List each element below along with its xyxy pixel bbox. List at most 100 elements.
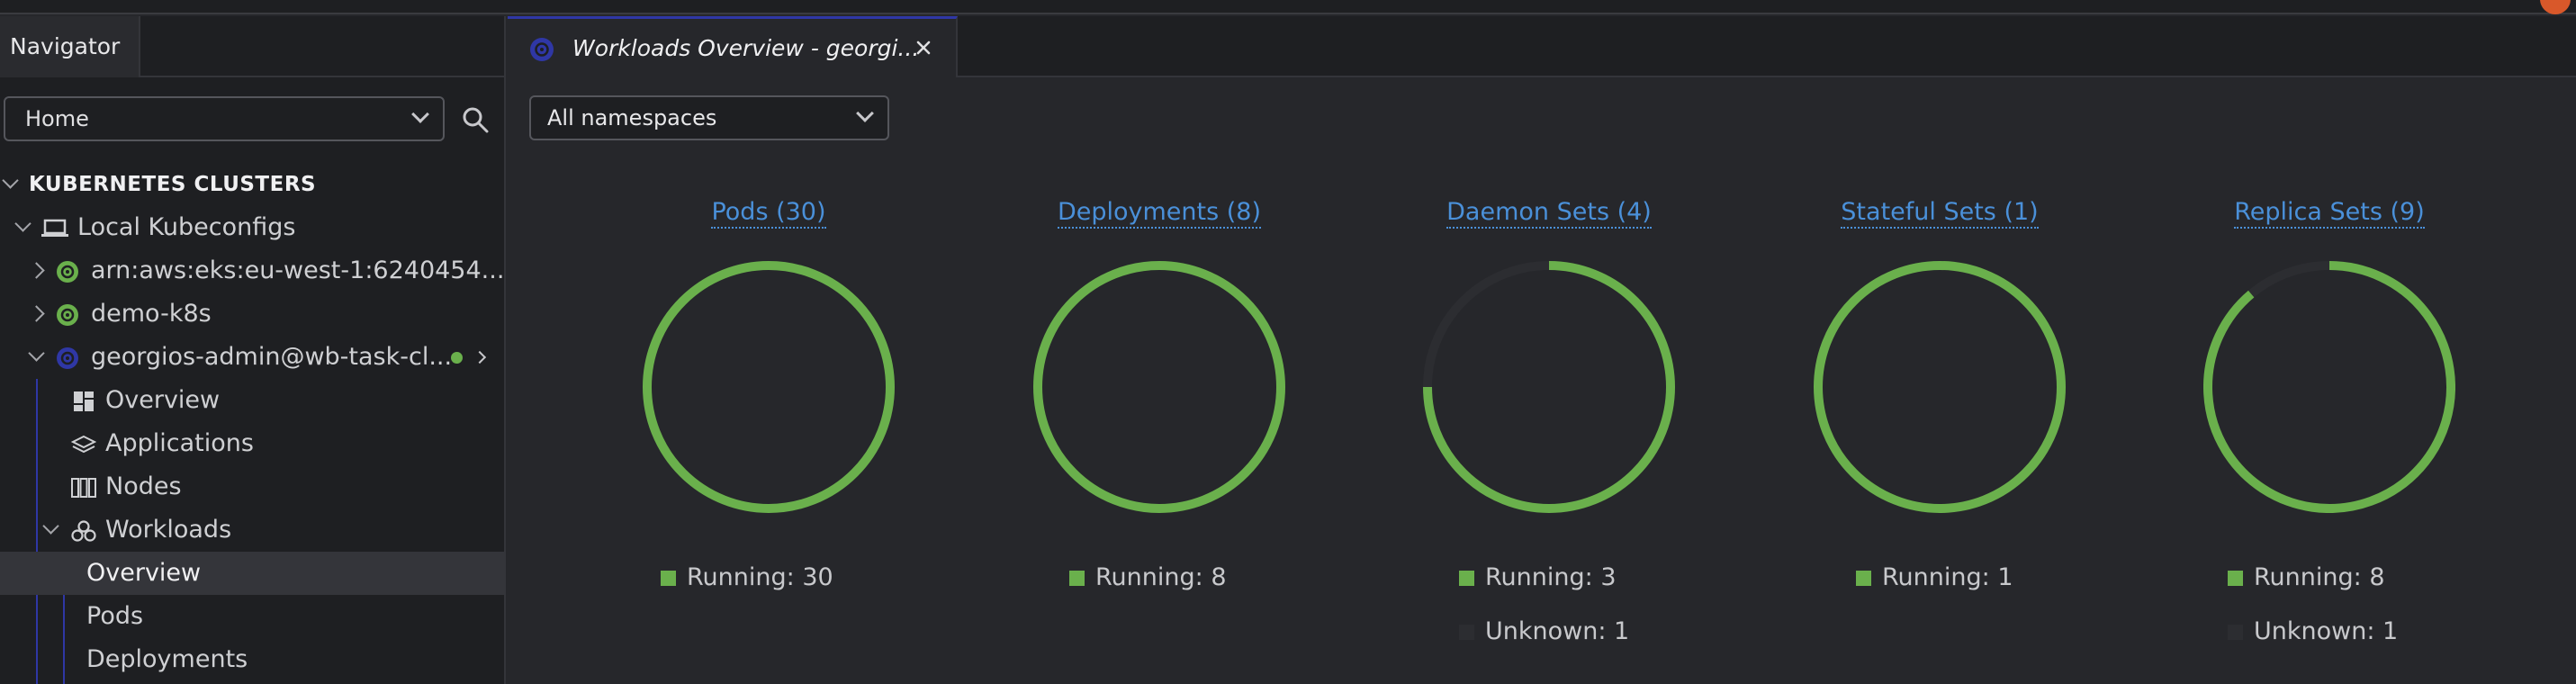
chart-title-link[interactable]: Daemon Sets (4) <box>1446 198 1652 229</box>
chevron-right-icon <box>28 262 45 279</box>
tree-item-cluster-demo-k8s[interactable]: demo-k8s <box>0 292 504 336</box>
legend-swatch <box>2228 625 2243 640</box>
chevron-down-icon <box>42 518 59 535</box>
donut-segment-running <box>1814 261 2066 513</box>
tree-item-applications[interactable]: Applications <box>0 422 504 465</box>
kubernetes-icon <box>57 261 78 283</box>
user-avatar[interactable] <box>2540 0 2571 14</box>
legend-item-unknown: Unknown: 1 <box>1459 614 1629 650</box>
namespace-select-value: All namespaces <box>547 105 717 130</box>
donut-chart <box>1814 261 2066 513</box>
legend-item-running: Running: 3 <box>1459 560 1617 596</box>
tree-item-label: demo-k8s <box>91 300 212 328</box>
chart-title-link[interactable]: Deployments (8) <box>1057 198 1262 229</box>
home-select-value: Home <box>25 106 89 131</box>
legend-swatch <box>1856 571 1871 586</box>
tree-item-label: Overview <box>105 386 221 414</box>
donut-segment-running <box>643 261 895 513</box>
chevron-down-icon <box>411 105 429 123</box>
tree-item-local-kubeconfigs[interactable]: Local Kubeconfigs <box>0 206 504 249</box>
legend-swatch <box>1459 625 1474 640</box>
kubernetes-icon <box>57 304 78 326</box>
tree-item-label: Deployments <box>86 645 248 673</box>
tree-item-label: arn:aws:eks:eu-west-1:6240454... <box>91 256 505 284</box>
chart-title-link[interactable]: Replica Sets (9) <box>2234 198 2425 229</box>
tree-item-deployments[interactable]: Deployments <box>0 638 504 681</box>
kubernetes-icon <box>57 347 78 369</box>
dashboard-icon <box>74 392 94 411</box>
workload-card-deployments: Deployments (8) Running: 8 <box>961 187 1357 673</box>
tree-item-workloads[interactable]: Workloads <box>0 508 504 552</box>
legend-swatch <box>2228 571 2243 586</box>
main-panel: Workloads Overview - georgi... All names… <box>508 16 2576 684</box>
legend-label: Running: 30 <box>687 563 833 591</box>
legend-label: Unknown: 1 <box>2254 617 2399 645</box>
tree-item-overview[interactable]: Overview <box>0 379 504 422</box>
donut-chart <box>643 261 895 513</box>
search-icon[interactable] <box>461 104 490 135</box>
tree-item-label: Local Kubeconfigs <box>77 213 296 241</box>
chart-title-link[interactable]: Pods (30) <box>711 198 826 229</box>
close-icon[interactable] <box>911 35 936 60</box>
editor-tabbar: Workloads Overview - georgi... <box>508 16 2576 77</box>
tree-item-label: Applications <box>105 429 254 457</box>
donut-chart <box>2203 261 2455 513</box>
chevron-right-icon <box>28 305 45 322</box>
legend-item-running: Running: 8 <box>2228 560 2385 596</box>
tree-item-cluster-aws[interactable]: arn:aws:eks:eu-west-1:6240454... <box>0 249 504 292</box>
legend-label: Running: 1 <box>1882 563 2013 591</box>
layers-icon <box>71 435 96 454</box>
chevron-right-icon[interactable] <box>473 350 487 364</box>
legend-item-running: Running: 8 <box>1069 560 1227 596</box>
chevron-down-icon <box>28 345 45 362</box>
tab-navigator[interactable]: Navigator <box>0 16 140 77</box>
tree-item-label: Workloads <box>105 516 232 544</box>
chart-title-link[interactable]: Stateful Sets (1) <box>1841 198 2039 229</box>
workload-card-daemon-sets: Daemon Sets (4) Running: 3 Unknown: 1 <box>1351 187 1747 673</box>
server-icon <box>71 478 96 498</box>
namespace-select[interactable]: All namespaces <box>529 95 889 140</box>
legend-swatch <box>1069 571 1085 586</box>
legend-item-running: Running: 1 <box>1856 560 2013 596</box>
workload-card-pods: Pods (30) Running: 30 <box>571 187 967 673</box>
tree-item-label: Nodes <box>105 472 182 500</box>
laptop-icon <box>41 219 68 237</box>
tree-item-label: Pods <box>86 602 144 630</box>
donut-segment-unknown <box>1423 261 1550 388</box>
tree-item-label: Overview <box>86 559 202 587</box>
section-kubernetes-clusters[interactable]: KUBERNETES CLUSTERS <box>0 163 504 206</box>
donut-chart <box>1423 261 1675 513</box>
legend-label: Unknown: 1 <box>1485 617 1630 645</box>
cubes-icon <box>71 520 96 542</box>
chevron-down-icon <box>14 215 32 232</box>
donut-segment-running <box>1033 261 1285 513</box>
connected-status-dot <box>451 352 463 364</box>
donut-segment-running <box>2203 261 2455 513</box>
legend-item-unknown: Unknown: 1 <box>2228 614 2398 650</box>
tree-item-nodes[interactable]: Nodes <box>0 465 504 508</box>
tree-item-cluster-georgios-admin[interactable]: georgios-admin@wb-task-cl... <box>0 336 504 379</box>
tab-title: Workloads Overview - georgi... <box>572 35 920 61</box>
legend-swatch <box>1459 571 1474 586</box>
section-title: KUBERNETES CLUSTERS <box>29 173 317 196</box>
legend-swatch <box>661 571 676 586</box>
donut-chart <box>1033 261 1285 513</box>
workload-card-stateful-sets: Stateful Sets (1) Running: 1 <box>1742 187 2138 673</box>
legend-label: Running: 3 <box>1485 563 1617 591</box>
tab-workloads-overview[interactable]: Workloads Overview - georgi... <box>508 16 958 77</box>
legend-item-running: Running: 30 <box>661 560 833 596</box>
chevron-down-icon <box>856 104 874 122</box>
chevron-down-icon <box>2 172 19 189</box>
workload-card-replica-sets: Replica Sets (9) Running: 8 Unknown: 1 <box>2131 187 2527 673</box>
donut-segment-unknown <box>2248 261 2330 298</box>
legend-label: Running: 8 <box>2254 563 2385 591</box>
kubernetes-icon <box>530 38 554 61</box>
navigator-tabbar: Navigator <box>0 16 504 77</box>
tree-item-workloads-overview[interactable]: Overview <box>0 552 504 595</box>
navigator-panel: Navigator Home KUBERNETES CLUSTERS Local… <box>0 16 506 684</box>
top-bar <box>0 0 2576 14</box>
home-select[interactable]: Home <box>4 96 445 141</box>
tree-item-pods[interactable]: Pods <box>0 595 504 638</box>
tree-item-label: georgios-admin@wb-task-cl... <box>91 343 453 371</box>
legend-label: Running: 8 <box>1095 563 1227 591</box>
